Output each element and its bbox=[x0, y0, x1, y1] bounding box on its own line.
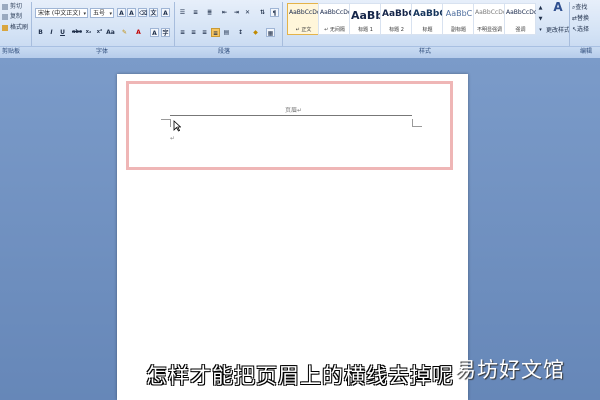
chevron-down-icon: ▾ bbox=[83, 11, 86, 17]
strikethrough-button[interactable]: abc bbox=[72, 28, 82, 37]
ribbon: 剪切 复制 格式刷 宋体 (中文正文) ▾ 五号 ▾ A A ⌫ 文 A B I U… bbox=[0, 0, 600, 58]
style-tile[interactable]: AaBbCcDd ↵ 正文 bbox=[287, 3, 319, 35]
chinese-layout-button[interactable]: ✕ bbox=[243, 8, 252, 17]
scissors-icon bbox=[2, 3, 8, 10]
style-sample: AaBbCcDd bbox=[320, 9, 350, 16]
style-name: ↵ 无间隔 bbox=[324, 27, 345, 33]
paragraph-group-label: 段落 bbox=[218, 48, 231, 55]
change-styles-button[interactable]: 更改样式 bbox=[546, 25, 570, 34]
mouse-pointer-icon bbox=[173, 120, 181, 132]
style-sample: AaBbCcDd bbox=[475, 9, 505, 16]
bold-button[interactable]: B bbox=[36, 28, 45, 37]
style-name: 标题 2 bbox=[389, 27, 404, 33]
shading-button[interactable]: ◆ bbox=[251, 28, 260, 37]
distributed-button[interactable]: ▤ bbox=[222, 28, 231, 37]
align-right-button[interactable]: ≡ bbox=[200, 28, 209, 37]
copy-icon bbox=[2, 13, 8, 20]
gallery-more[interactable]: ▾ bbox=[536, 26, 545, 35]
format-painter-button[interactable]: 格式刷 bbox=[2, 23, 28, 32]
paragraph-mark: ↵ bbox=[170, 135, 176, 142]
clipboard-group-label: 剪贴板 bbox=[2, 48, 21, 55]
style-sample: AaBbC bbox=[413, 9, 443, 19]
select-button[interactable]: ↖选择 bbox=[572, 25, 589, 34]
char-border-button[interactable]: A bbox=[161, 8, 170, 17]
style-sample: AaBb bbox=[351, 9, 381, 22]
style-sample: AaBbCcDd bbox=[289, 9, 319, 16]
chevron-down-icon: ▾ bbox=[109, 11, 112, 17]
style-name: 不明显强调 bbox=[476, 27, 502, 33]
change-styles-icon[interactable]: A bbox=[552, 1, 564, 17]
style-tile[interactable]: AaBbCcDd 强调 bbox=[504, 3, 536, 35]
gallery-scroll-down[interactable]: ▼ bbox=[536, 15, 545, 24]
style-tile[interactable]: AaBbCcDd 不明显强调 bbox=[473, 3, 505, 35]
grow-font-button[interactable]: A bbox=[117, 8, 126, 17]
margin-corner-left bbox=[161, 119, 170, 128]
highlight-icon[interactable]: ✎ bbox=[120, 28, 129, 37]
margin-corner-left-v bbox=[170, 119, 171, 127]
decrease-indent-button[interactable]: ⇤ bbox=[220, 8, 229, 17]
sort-button[interactable]: ⇅ bbox=[258, 8, 267, 17]
font-group-label: 字体 bbox=[96, 48, 109, 55]
header-label: 页眉↵ bbox=[285, 107, 303, 114]
style-tile[interactable]: AaBbC 副标题 bbox=[442, 3, 474, 35]
style-name: 标题 1 bbox=[358, 27, 373, 33]
change-case-button[interactable]: Aa bbox=[106, 28, 115, 37]
style-name: 副标题 bbox=[450, 27, 466, 33]
line-spacing-button[interactable]: ↕ bbox=[236, 28, 245, 37]
font-family-select[interactable]: 宋体 (中文正文) ▾ bbox=[35, 8, 88, 18]
gallery-scroll-up[interactable]: ▲ bbox=[536, 4, 545, 13]
style-tile[interactable]: AaBbCcDd ↵ 无间隔 bbox=[318, 3, 350, 35]
styles-group-label: 样式 bbox=[419, 48, 432, 55]
align-center-button[interactable]: ≡ bbox=[189, 28, 198, 37]
style-sample: AaBbCcDd bbox=[506, 9, 536, 16]
superscript-button[interactable]: x² bbox=[95, 28, 104, 37]
style-sample: AaBbC bbox=[445, 9, 473, 18]
font-color-button[interactable]: A bbox=[134, 28, 143, 37]
shrink-font-button[interactable]: A bbox=[127, 8, 136, 17]
font-size-select[interactable]: 五号 ▾ bbox=[90, 8, 114, 18]
char-shading-button[interactable]: A bbox=[150, 28, 159, 37]
justify-button[interactable]: ≡ bbox=[211, 28, 220, 37]
borders-button[interactable]: ▦ bbox=[266, 28, 275, 37]
style-name: ↵ 正文 bbox=[295, 27, 312, 33]
margin-corner-right bbox=[412, 126, 422, 127]
numbering-button[interactable]: ≡ bbox=[191, 8, 200, 17]
brush-icon bbox=[2, 24, 8, 31]
style-sample: AaBbC bbox=[382, 9, 412, 19]
style-tile[interactable]: AaBbC 标题 bbox=[411, 3, 443, 35]
style-name: 标题 bbox=[422, 27, 433, 33]
increase-indent-button[interactable]: ⇥ bbox=[232, 8, 241, 17]
enclose-char-button[interactable]: 字 bbox=[161, 28, 170, 37]
bullets-button[interactable]: ☰ bbox=[178, 8, 187, 17]
show-marks-button[interactable]: ¶ bbox=[270, 8, 279, 17]
watermark: 易坊好文馆 bbox=[455, 358, 565, 382]
editing-group-label: 编辑 bbox=[580, 48, 593, 55]
italic-button[interactable]: I bbox=[47, 28, 56, 37]
replace-button[interactable]: ⇄替换 bbox=[572, 14, 589, 23]
style-tile[interactable]: AaBb 标题 1 bbox=[349, 3, 381, 35]
multilevel-list-button[interactable]: ≣ bbox=[205, 8, 214, 17]
find-button[interactable]: ⌕查找 bbox=[572, 3, 587, 12]
phonetic-guide-button[interactable]: 文 bbox=[149, 8, 158, 17]
header-horizontal-line bbox=[170, 115, 412, 116]
style-name: 强调 bbox=[515, 27, 526, 33]
underline-button[interactable]: U bbox=[58, 28, 67, 37]
style-tile[interactable]: AaBbC 标题 2 bbox=[380, 3, 412, 35]
clear-format-button[interactable]: ⌫ bbox=[138, 8, 147, 17]
align-left-button[interactable]: ≡ bbox=[178, 28, 187, 37]
copy-button[interactable]: 复制 bbox=[2, 12, 22, 21]
group-labels: 剪贴板 字体 段落 样式 编辑 bbox=[0, 46, 600, 58]
subscript-button[interactable]: x₂ bbox=[84, 28, 93, 37]
cut-button[interactable]: 剪切 bbox=[2, 2, 22, 11]
